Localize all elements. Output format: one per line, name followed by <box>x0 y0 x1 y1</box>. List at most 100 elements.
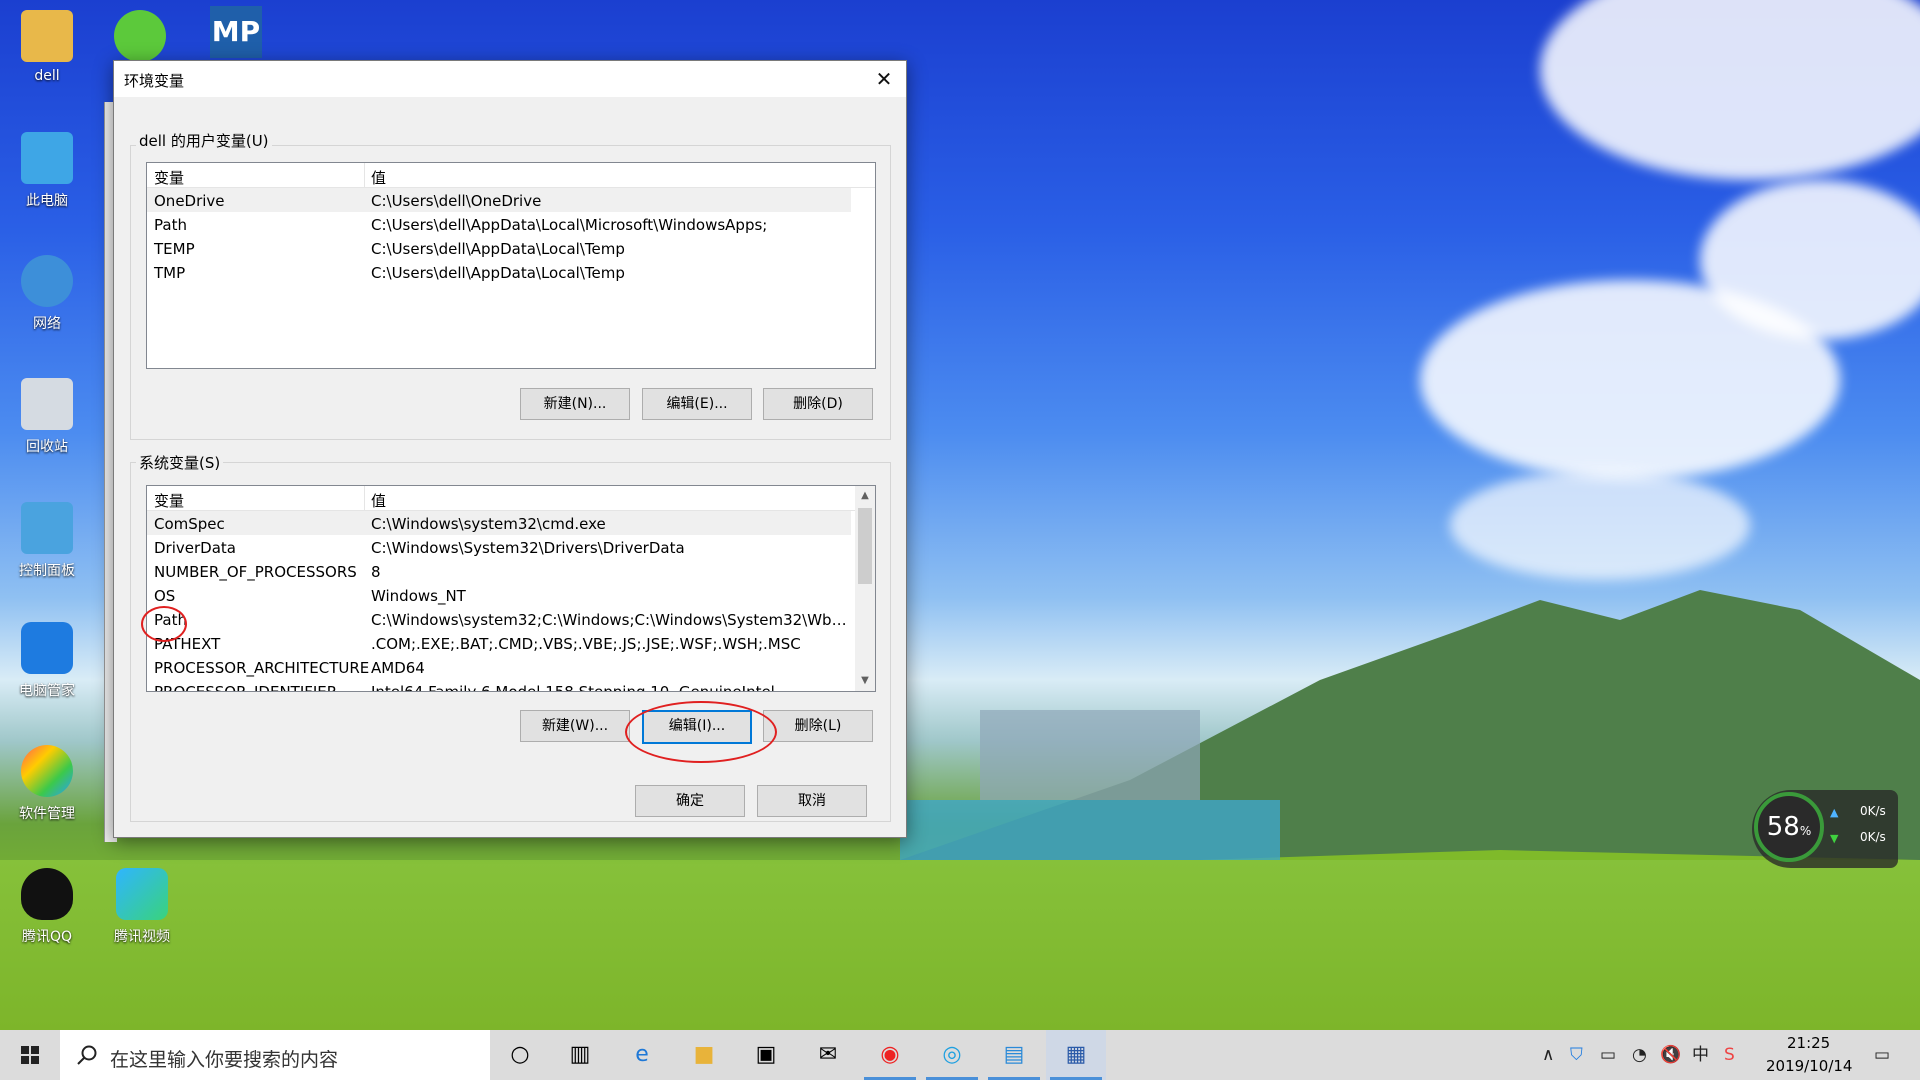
computer-icon <box>21 132 73 184</box>
user-folder-icon <box>21 10 73 62</box>
ok-button[interactable]: 确定 <box>635 785 745 817</box>
user-var-row[interactable]: Path C:\Users\dell\AppData\Local\Microso… <box>147 212 875 236</box>
vertical-scrollbar[interactable]: ▲ ▼ <box>855 486 875 691</box>
scroll-down-icon[interactable]: ▼ <box>855 671 875 691</box>
taskbar-store[interactable]: ▣ <box>736 1030 796 1080</box>
tencent-video-icon <box>116 868 168 920</box>
edge-browser-icon: e <box>635 1042 649 1067</box>
control-panel-icon <box>21 502 73 554</box>
var-value: Intel64 Family 6 Model 158 Stepping 10, … <box>371 683 775 692</box>
clock-date[interactable]: 2019/10/14 <box>1766 1057 1852 1075</box>
dialog-titlebar[interactable]: 环境变量 ✕ <box>114 61 906 97</box>
store-bag-icon: ▣ <box>755 1042 777 1067</box>
upload-arrow-icon: ▲ <box>1830 806 1839 819</box>
tray-sogou-icon[interactable]: S <box>1724 1030 1735 1080</box>
taskbar-browser[interactable]: ◎ <box>922 1030 982 1080</box>
shield-icon <box>21 622 73 674</box>
scroll-up-icon[interactable]: ▲ <box>855 486 875 506</box>
column-header-variable[interactable]: 变量 <box>154 167 184 188</box>
desktop-icon-pc-manager[interactable]: 电脑管家 <box>7 622 87 700</box>
var-name: PROCESSOR_ARCHITECTURE <box>154 659 370 677</box>
cpu-percent: 58 <box>1766 812 1800 842</box>
upload-speed: 0K/s <box>1860 804 1886 818</box>
desktop-icon-qq[interactable]: 腾讯QQ <box>7 868 87 946</box>
desktop-icon-control-panel[interactable]: 控制面板 <box>7 502 87 580</box>
cloud <box>1540 0 1920 180</box>
taskview-icon-button[interactable]: ▥ <box>550 1030 610 1080</box>
taskbar-control-panel[interactable]: ▤ <box>984 1030 1044 1080</box>
taskbar-system-properties[interactable]: ▦ <box>1046 1030 1106 1080</box>
system-var-row[interactable]: PROCESSOR_ARCHITECTURE AMD64 <box>147 655 875 679</box>
column-divider[interactable] <box>364 486 365 510</box>
netease-music-icon: ◉ <box>880 1042 900 1067</box>
system-var-row-path[interactable]: Path C:\Windows\system32;C:\Windows;C:\W… <box>147 607 875 631</box>
user-var-row[interactable]: TEMP C:\Users\dell\AppData\Local\Temp <box>147 236 875 260</box>
taskbar-netease-music[interactable]: ◉ <box>860 1030 920 1080</box>
list-header: 变量 值 <box>147 163 875 188</box>
system-var-row[interactable]: OS Windows_NT <box>147 583 875 607</box>
var-name: DriverData <box>154 539 236 557</box>
clock-time[interactable]: 21:25 <box>1787 1034 1830 1052</box>
taskbar-mail[interactable]: ✉ <box>798 1030 858 1080</box>
cpu-usage-gauge: 58% <box>1754 792 1824 862</box>
system-var-row[interactable]: NUMBER_OF_PROCESSORS 8 <box>147 559 875 583</box>
var-name: TMP <box>154 264 186 282</box>
system-new-button[interactable]: 新建(W)... <box>520 710 630 742</box>
var-value: C:\Users\dell\AppData\Local\Temp <box>371 240 625 258</box>
start-button[interactable] <box>0 1030 60 1080</box>
column-header-value[interactable]: 值 <box>371 167 386 188</box>
task-view-icon: ▥ <box>569 1042 591 1067</box>
var-value: C:\Windows\system32;C:\Windows;C:\Window… <box>371 611 851 629</box>
tray-shield-icon[interactable]: ⛉ <box>1570 1030 1583 1080</box>
var-value: C:\Windows\System32\Drivers\DriverData <box>371 539 685 557</box>
desktop-icon-network[interactable]: 网络 <box>7 255 87 333</box>
column-header-value[interactable]: 值 <box>371 490 386 511</box>
tray-battery-icon[interactable]: ▭ <box>1600 1030 1616 1080</box>
close-button[interactable]: ✕ <box>862 61 906 97</box>
recycle-bin-icon <box>21 378 73 430</box>
user-variables-list[interactable]: 变量 值 OneDrive C:\Users\dell\OneDrive Pat… <box>146 162 876 369</box>
user-delete-button[interactable]: 删除(D) <box>763 388 873 420</box>
system-delete-button[interactable]: 删除(L) <box>763 710 873 742</box>
system-var-row[interactable]: PATHEXT .COM;.EXE;.BAT;.CMD;.VBS;.VBE;.J… <box>147 631 875 655</box>
control-panel-icon: ▤ <box>1003 1042 1025 1067</box>
desktop-icon-recycle-bin[interactable]: 回收站 <box>7 378 87 456</box>
scrollbar-thumb[interactable] <box>858 508 872 584</box>
desktop-icon-dell[interactable]: dell <box>7 10 87 84</box>
download-arrow-icon: ▼ <box>1830 832 1839 845</box>
desktop-icon-mp[interactable]: MP <box>196 6 276 64</box>
desktop-icon-tencent-video[interactable]: 腾讯视频 <box>102 868 182 946</box>
cancel-button[interactable]: 取消 <box>757 785 867 817</box>
taskbar-edge[interactable]: e <box>612 1030 672 1080</box>
system-properties-icon: ▦ <box>1065 1042 1087 1067</box>
system-var-row[interactable]: DriverData C:\Windows\System32\Drivers\D… <box>147 535 875 559</box>
tray-ime-icon[interactable]: 中 <box>1692 1030 1709 1080</box>
tray-volume-muted-icon[interactable]: 🔇 <box>1660 1030 1681 1080</box>
var-name: TEMP <box>154 240 195 258</box>
taskbar-search-box[interactable]: 在这里输入你要搜索的内容 <box>60 1030 490 1080</box>
desktop-icon-this-pc[interactable]: 此电脑 <box>7 132 87 210</box>
system-variables-list[interactable]: 变量 值 ComSpec C:\Windows\system32\cmd.exe… <box>146 485 876 692</box>
qq-penguin-icon <box>21 868 73 920</box>
system-var-row[interactable]: ComSpec C:\Windows\system32\cmd.exe <box>147 511 851 535</box>
column-header-variable[interactable]: 变量 <box>154 490 184 511</box>
folder-icon: ■ <box>693 1042 715 1067</box>
system-var-row[interactable]: PROCESSOR_IDENTIFIER Intel64 Family 6 Mo… <box>147 679 875 692</box>
taskbar-file-explorer[interactable]: ■ <box>674 1030 734 1080</box>
environment-variables-dialog: 环境变量 ✕ dell 的用户变量(U) 变量 值 OneDrive C:\Us… <box>113 60 907 838</box>
tray-wifi-icon[interactable]: ◔ <box>1632 1030 1647 1080</box>
user-edit-button[interactable]: 编辑(E)... <box>642 388 752 420</box>
task-view-button[interactable]: ○ <box>490 1030 550 1080</box>
column-divider[interactable] <box>364 163 365 187</box>
search-icon <box>77 1045 97 1065</box>
desktop-icon-software-manager[interactable]: 软件管理 <box>7 745 87 823</box>
network-globe-icon <box>21 255 73 307</box>
user-var-row[interactable]: OneDrive C:\Users\dell\OneDrive <box>147 188 851 212</box>
notification-center-icon[interactable]: ▭ <box>1874 1030 1890 1080</box>
annotation-circle-path <box>141 606 187 642</box>
tray-show-hidden-icon[interactable]: ∧ <box>1542 1030 1554 1080</box>
user-new-button[interactable]: 新建(N)... <box>520 388 630 420</box>
network-speed-widget[interactable]: 58% ▲ 0K/s ▼ 0K/s <box>1752 790 1898 868</box>
wechat-icon <box>114 10 166 62</box>
user-var-row[interactable]: TMP C:\Users\dell\AppData\Local\Temp <box>147 260 875 284</box>
